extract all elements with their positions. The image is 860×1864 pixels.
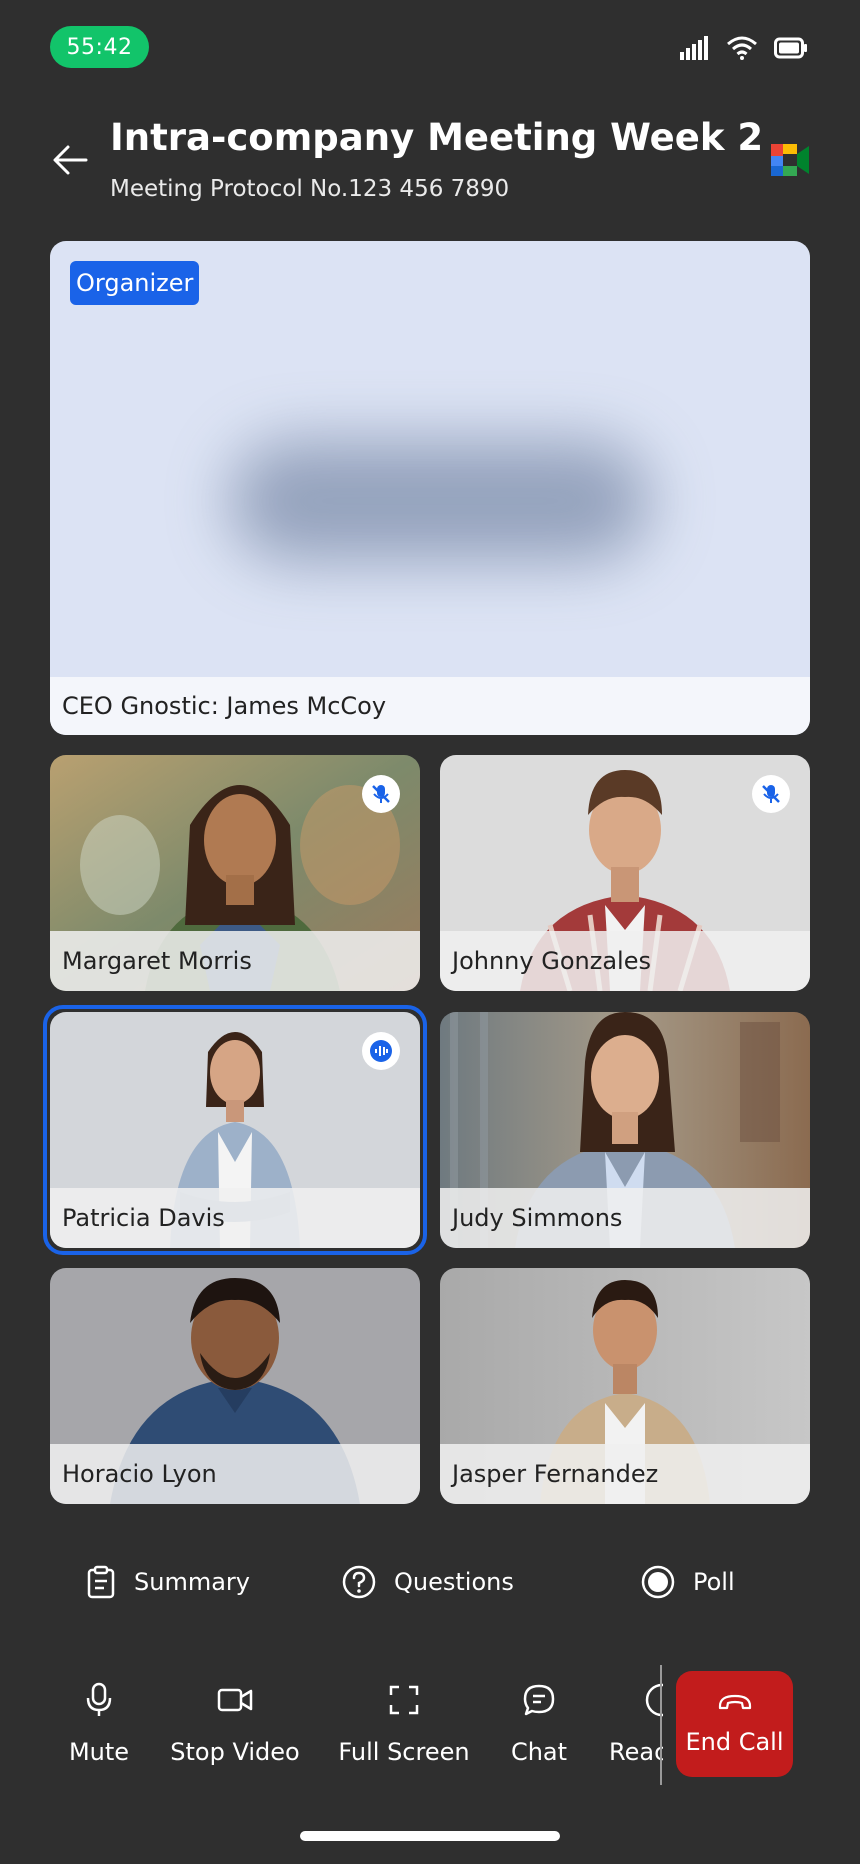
microphone-icon	[86, 1682, 112, 1716]
mute-button[interactable]: Mute	[66, 1680, 132, 1766]
question-circle-icon	[342, 1565, 376, 1599]
reactions-button[interactable]: Reac	[609, 1680, 663, 1766]
hang-up-icon	[718, 1694, 751, 1710]
organizer-badge: Organizer	[70, 261, 200, 305]
stop-video-button[interactable]: Stop Video	[170, 1680, 300, 1766]
signal-icon	[680, 36, 708, 60]
participant-tile[interactable]: Judy Simmons	[440, 1012, 810, 1248]
participant-name: Patricia Davis	[50, 1188, 420, 1248]
wifi-icon	[727, 36, 757, 60]
organizer-video-tile[interactable]: Organizer CEO Gnostic: James McCoy	[50, 241, 810, 735]
participant-name: Jasper Fernandez	[440, 1444, 810, 1504]
participant-name: Judy Simmons	[440, 1188, 810, 1248]
battery-icon	[774, 37, 807, 59]
questions-label: Questions	[394, 1568, 514, 1596]
participant-tile[interactable]: Horacio Lyon	[50, 1268, 420, 1504]
fullscreen-icon	[389, 1685, 419, 1715]
full-screen-button[interactable]: Full Screen	[338, 1680, 470, 1766]
reactions-label: Reac	[609, 1738, 663, 1766]
meeting-protocol: Meeting Protocol No.123 456 7890	[110, 176, 510, 202]
summary-label: Summary	[134, 1568, 250, 1596]
meeting-title: Intra-company Meeting Week 2	[110, 116, 764, 159]
participant-tile-active[interactable]: Patricia Davis	[50, 1012, 420, 1248]
chat-button[interactable]: Chat	[508, 1680, 570, 1766]
poll-label: Poll	[693, 1568, 735, 1596]
video-camera-icon	[217, 1688, 253, 1712]
questions-button[interactable]: Questions	[342, 1565, 514, 1599]
radio-icon	[641, 1565, 675, 1599]
speaking-indicator-icon	[362, 1032, 400, 1070]
participant-name: Horacio Lyon	[50, 1444, 420, 1504]
organizer-name: CEO Gnostic: James McCoy	[50, 677, 810, 735]
google-meet-logo-icon	[771, 144, 809, 176]
mic-muted-icon	[362, 775, 400, 813]
participant-tile[interactable]: Johnny Gonzales	[440, 755, 810, 991]
participant-tile[interactable]: Margaret Morris	[50, 755, 420, 991]
participant-name: Margaret Morris	[50, 931, 420, 991]
organizer-video-placeholder	[230, 441, 650, 561]
back-arrow-icon[interactable]	[50, 140, 90, 180]
participant-tile[interactable]: Jasper Fernandez	[440, 1268, 810, 1504]
status-icons	[680, 36, 808, 60]
home-indicator[interactable]	[300, 1831, 560, 1841]
clipboard-icon	[87, 1565, 115, 1599]
toolbar-divider	[660, 1665, 662, 1785]
participant-name: Johnny Gonzales	[440, 931, 810, 991]
chat-label: Chat	[510, 1738, 568, 1766]
summary-button[interactable]: Summary	[86, 1565, 250, 1599]
status-time: 55:42	[50, 26, 149, 68]
mute-label: Mute	[68, 1738, 130, 1766]
poll-button[interactable]: Poll	[641, 1565, 735, 1599]
end-call-button[interactable]: End Call	[676, 1671, 793, 1777]
end-call-label: End Call	[685, 1728, 784, 1756]
chat-bubble-icon	[523, 1684, 555, 1716]
stop-video-label: Stop Video	[170, 1738, 300, 1766]
mic-muted-icon	[752, 775, 790, 813]
full-screen-label: Full Screen	[338, 1738, 470, 1766]
